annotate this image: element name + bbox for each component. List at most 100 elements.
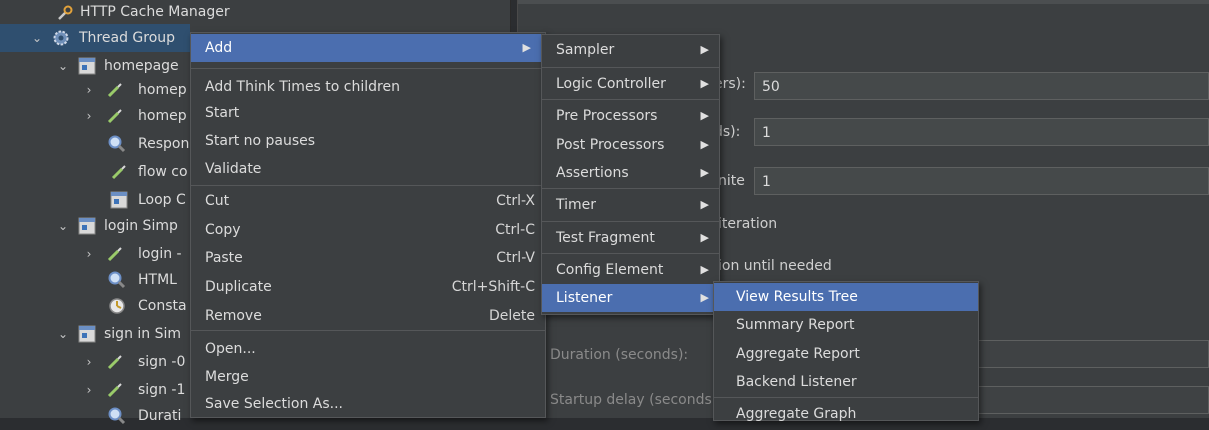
delay-thread-label: ion until needed (718, 258, 832, 274)
submenu-item-logic-controller[interactable]: Logic Controller ▶ (542, 70, 719, 98)
simple-controller-icon (78, 57, 96, 75)
chevron-right-icon[interactable]: › (82, 348, 96, 376)
chevron-right-icon[interactable]: › (82, 102, 96, 130)
tree-item-label: homep (138, 108, 187, 124)
tree-item-homepage-request-2[interactable]: › homep (0, 102, 190, 130)
tree-item-label: login Simp (104, 218, 178, 234)
submenu-arrow-icon: ▶ (700, 291, 709, 304)
rampup-input[interactable]: 1 (754, 118, 1209, 146)
timer-icon (108, 297, 126, 315)
pipette-icon (106, 245, 124, 263)
submenu-item-test-fragment[interactable]: Test Fragment ▶ (542, 224, 719, 252)
submenu-item-pre-processors[interactable]: Pre Processors ▶ (542, 102, 719, 130)
loop-controller-icon (110, 191, 128, 209)
tree-item-label: sign -0 (138, 354, 186, 370)
tree-item-loop-controller[interactable]: Loop C (0, 186, 190, 214)
loop-count-input[interactable]: 1 (754, 167, 1209, 195)
submenu-arrow-icon: ▶ (700, 263, 709, 276)
chevron-down-icon[interactable]: ⌄ (30, 24, 44, 52)
tree-item-sign-1[interactable]: › sign -1 (0, 376, 190, 404)
submenu-arrow-icon: ▶ (700, 138, 709, 151)
submenu-item-sampler[interactable]: Sampler ▶ (542, 36, 719, 64)
menu-item-duplicate[interactable]: Duplicate Ctrl+Shift-C (191, 273, 545, 301)
tree-item-label: Durati (138, 408, 182, 424)
menu-item-add-think-times[interactable]: Add Think Times to children (191, 73, 545, 101)
tree-item-duration-assertion[interactable]: Durati (0, 402, 190, 430)
tree-item-label: Consta (138, 298, 187, 314)
tree-item-label: Loop C (138, 192, 186, 208)
menu-item-remove[interactable]: Remove Delete (191, 302, 545, 330)
tree-item-html-assertion[interactable]: HTML (0, 266, 190, 294)
submenu-arrow-icon: ▶ (700, 109, 709, 122)
tree-item-login-request[interactable]: › login - (0, 240, 190, 268)
duration-input[interactable] (974, 340, 1209, 368)
listener-submenu: View Results Tree Summary Report Aggrega… (713, 281, 979, 422)
pipette-icon (106, 81, 124, 99)
tree-item-flow-control[interactable]: flow co (0, 158, 190, 186)
tree-item-login[interactable]: ⌄ login Simp (0, 212, 190, 240)
pipette-icon (106, 353, 124, 371)
tree-item-constant-timer[interactable]: Consta (0, 292, 190, 320)
listener-item-view-results-tree[interactable]: View Results Tree (714, 283, 978, 311)
simple-controller-icon (78, 217, 96, 235)
magnifier-icon (108, 135, 126, 153)
wrench-icon (56, 4, 74, 22)
magnifier-icon (108, 407, 126, 425)
submenu-item-assertions[interactable]: Assertions ▶ (542, 159, 719, 187)
submenu-arrow-icon: ▶ (522, 41, 531, 54)
submenu-arrow-icon: ▶ (700, 77, 709, 90)
tree-item-sign-in[interactable]: ⌄ sign in Sim (0, 320, 190, 348)
chevron-right-icon[interactable]: › (82, 376, 96, 404)
tree-item-label: flow co (138, 164, 188, 180)
chevron-down-icon[interactable]: ⌄ (56, 212, 70, 240)
magnifier-icon (108, 271, 126, 289)
menu-item-copy[interactable]: Copy Ctrl-C (191, 216, 545, 244)
menu-item-start[interactable]: Start (191, 99, 545, 127)
tree-item-sign-0[interactable]: › sign -0 (0, 348, 190, 376)
same-user-label: iteration (718, 216, 778, 232)
add-submenu: Sampler ▶ Logic Controller ▶ Pre Processor… (541, 34, 720, 315)
tree-item-label: HTTP Cache Manager (80, 4, 230, 20)
context-menu: Add ▶ Add Think Times to children Start … (190, 32, 546, 418)
tree-item-response-assertion[interactable]: Respon (0, 130, 190, 158)
tree-item-label: sign in Sim (104, 326, 182, 342)
listener-item-aggregate-graph[interactable]: Aggregate Graph (714, 400, 978, 428)
listener-item-summary-report[interactable]: Summary Report (714, 311, 978, 339)
submenu-item-config-element[interactable]: Config Element ▶ (542, 256, 719, 284)
submenu-arrow-icon: ▶ (700, 166, 709, 179)
loop-count-label: nite (718, 173, 745, 189)
submenu-item-listener[interactable]: Listener ▶ (542, 284, 719, 312)
menu-item-start-no-pauses[interactable]: Start no pauses (191, 127, 545, 155)
tree-item-label: login - (138, 246, 182, 262)
menu-item-add[interactable]: Add ▶ (191, 34, 545, 62)
tree-item-label: Respon (138, 136, 190, 152)
listener-item-aggregate-report[interactable]: Aggregate Report (714, 340, 978, 368)
submenu-item-post-processors[interactable]: Post Processors ▶ (542, 131, 719, 159)
startup-delay-label: Startup delay (seconds (550, 392, 712, 408)
simple-controller-icon (78, 325, 96, 343)
submenu-item-timer[interactable]: Timer ▶ (542, 191, 719, 219)
chevron-right-icon[interactable]: › (82, 76, 96, 104)
pipette-icon (106, 381, 124, 399)
pipette-icon (110, 163, 128, 181)
tree-item-thread-group[interactable]: ⌄ Thread Group (0, 24, 190, 52)
tree-item-label: HTML (138, 272, 177, 288)
chevron-right-icon[interactable]: › (82, 240, 96, 268)
chevron-down-icon[interactable]: ⌄ (56, 320, 70, 348)
listener-item-backend-listener[interactable]: Backend Listener (714, 368, 978, 396)
menu-item-open[interactable]: Open... (191, 335, 545, 363)
submenu-arrow-icon: ▶ (700, 198, 709, 211)
menu-item-validate[interactable]: Validate (191, 155, 545, 183)
menu-item-merge[interactable]: Merge (191, 363, 545, 391)
panel-top-border (518, 0, 1209, 4)
submenu-arrow-icon: ▶ (700, 231, 709, 244)
menu-item-cut[interactable]: Cut Ctrl-X (191, 187, 545, 215)
startup-delay-input[interactable] (974, 386, 1209, 414)
tree-item-label: sign -1 (138, 382, 186, 398)
threads-input[interactable]: 50 (754, 72, 1209, 100)
menu-item-save-selection-as[interactable]: Save Selection As... (191, 390, 545, 418)
menu-item-paste[interactable]: Paste Ctrl-V (191, 244, 545, 272)
tree-item-homepage-request-1[interactable]: › homep (0, 76, 190, 104)
tree-item-http-cache-manager[interactable]: HTTP Cache Manager (0, 0, 510, 26)
gear-icon (52, 29, 70, 47)
